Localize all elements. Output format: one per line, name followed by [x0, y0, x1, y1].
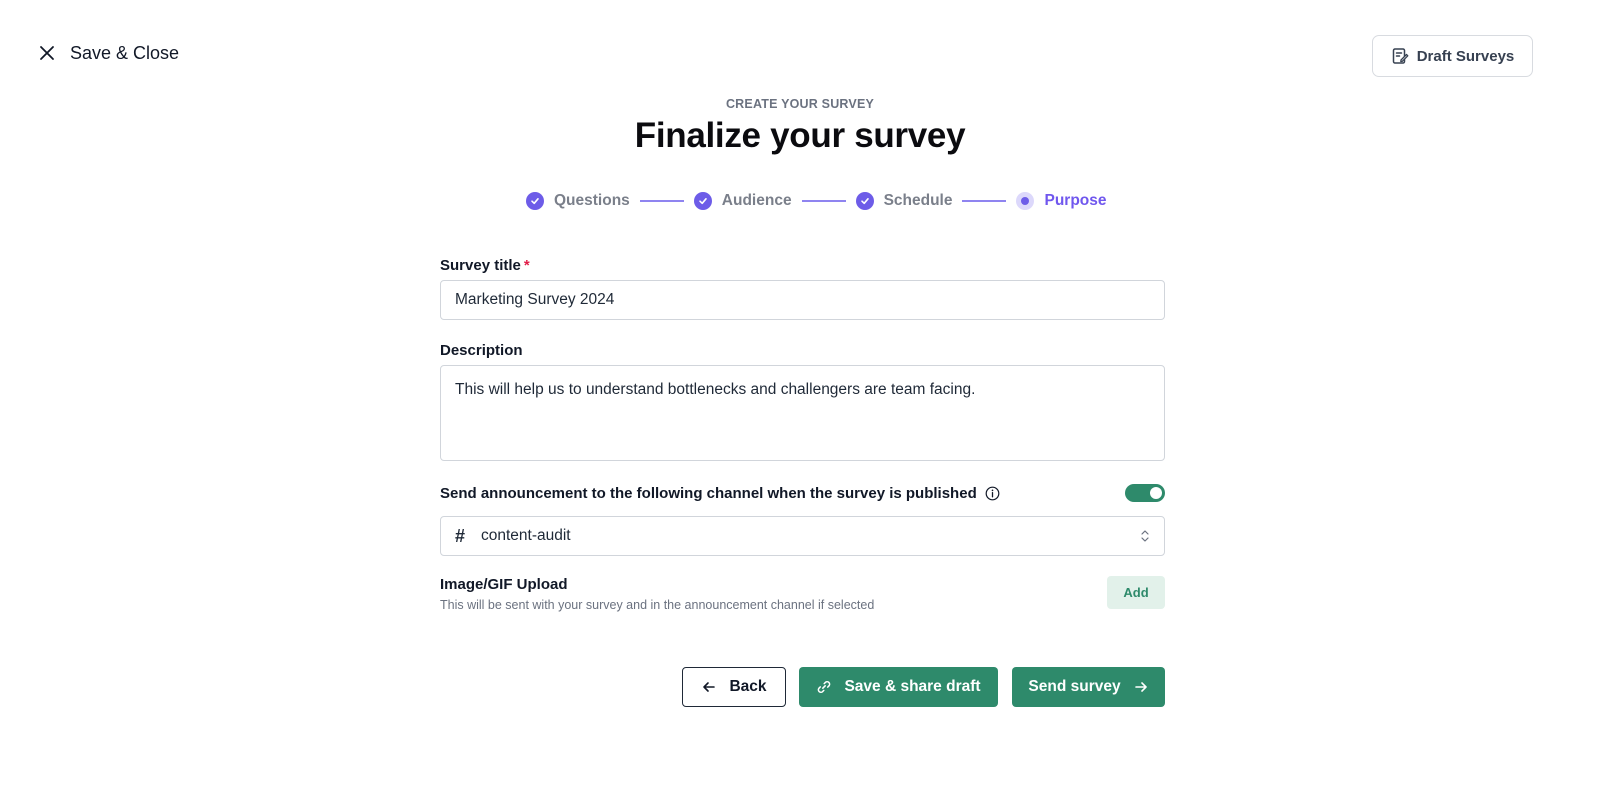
- close-icon: [36, 42, 58, 64]
- step-connector: [639, 200, 684, 202]
- page-title: Finalize your survey: [634, 116, 966, 155]
- step-connector: [801, 200, 846, 202]
- send-survey-label: Send survey: [1028, 678, 1121, 695]
- save-close-label: Save & Close: [70, 42, 180, 63]
- chevron-up-down-icon: [1140, 529, 1150, 543]
- current-step-dot-icon: [1016, 192, 1035, 210]
- check-icon: [693, 192, 712, 210]
- save-share-draft-button[interactable]: Save & share draft: [799, 667, 998, 707]
- survey-title-label: Survey title *: [440, 257, 530, 274]
- link-icon: [816, 679, 832, 695]
- upload-title: Image/GIF Upload: [440, 576, 568, 593]
- step-label: Schedule: [883, 192, 953, 209]
- required-mark: *: [523, 257, 530, 274]
- back-button[interactable]: Back: [682, 667, 786, 707]
- channel-value: content-audit: [481, 527, 571, 544]
- save-share-label: Save & share draft: [844, 678, 981, 695]
- description-label: Description: [440, 342, 523, 359]
- add-image-button[interactable]: Add: [1107, 576, 1165, 609]
- step-purpose[interactable]: Purpose: [1016, 192, 1107, 210]
- step-questions[interactable]: Questions: [526, 192, 630, 210]
- toggle-knob: [1150, 487, 1162, 499]
- back-label: Back: [729, 678, 767, 695]
- description-value: This will help us to understand bottlene…: [455, 381, 976, 398]
- step-audience[interactable]: Audience: [693, 192, 792, 210]
- progress-stepper: Questions Audience Schedule Purpose: [526, 190, 1107, 212]
- step-label: Questions: [554, 192, 630, 209]
- send-survey-button[interactable]: Send survey: [1012, 667, 1165, 707]
- arrow-right-icon: [1133, 679, 1149, 695]
- announcement-label-text: Send announcement to the following chann…: [440, 484, 977, 502]
- edit-document-icon: [1391, 47, 1409, 65]
- survey-title-input[interactable]: Marketing Survey 2024: [440, 280, 1165, 320]
- hash-icon: #: [455, 525, 466, 546]
- announcement-row: Send announcement to the following chann…: [440, 484, 1165, 502]
- draft-surveys-label: Draft Surveys: [1416, 47, 1515, 65]
- info-icon[interactable]: [985, 486, 1000, 501]
- description-textarea[interactable]: This will help us to understand bottlene…: [440, 365, 1165, 461]
- step-schedule[interactable]: Schedule: [855, 192, 953, 210]
- arrow-left-icon: [701, 679, 717, 695]
- channel-select[interactable]: # content-audit: [440, 516, 1165, 556]
- step-connector: [962, 200, 1007, 202]
- image-upload-section: Image/GIF Upload This will be sent with …: [440, 576, 1165, 612]
- check-icon: [526, 192, 544, 210]
- survey-title-label-text: Survey title: [440, 257, 521, 274]
- step-label: Audience: [721, 192, 792, 209]
- step-label: Purpose: [1044, 192, 1107, 209]
- announcement-label: Send announcement to the following chann…: [440, 485, 1000, 502]
- upload-subtitle: This will be sent with your survey and i…: [440, 598, 875, 612]
- page-eyebrow: CREATE YOUR SURVEY: [725, 97, 875, 111]
- draft-surveys-button[interactable]: Draft Surveys: [1372, 35, 1533, 77]
- announcement-toggle[interactable]: [1125, 484, 1165, 502]
- check-icon: [855, 192, 874, 210]
- save-close-button[interactable]: Save & Close: [36, 42, 179, 64]
- survey-title-value: Marketing Survey 2024: [455, 291, 615, 308]
